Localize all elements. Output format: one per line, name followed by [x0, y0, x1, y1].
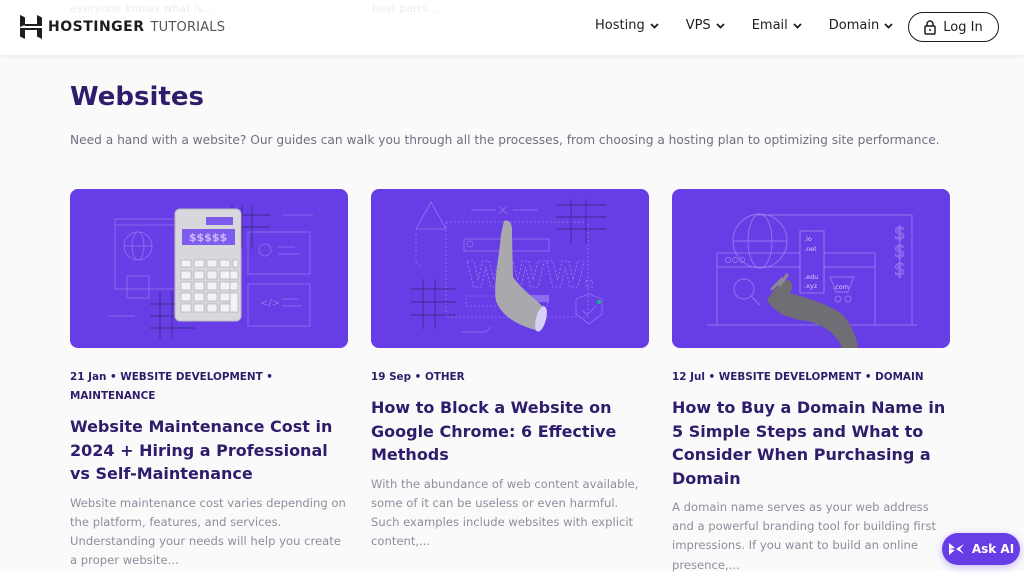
article-meta: 21 Jan • WEBSITE DEVELOPMENT • MAINTENAN…: [70, 368, 348, 406]
page-description: Need a hand with a website? Our guides c…: [70, 133, 940, 147]
article-title[interactable]: Website Maintenance Cost in 2024 + Hirin…: [70, 415, 348, 486]
tld-label: .edu: [804, 273, 818, 281]
calculator-illustration: </> $$$$$: [70, 189, 348, 348]
hostinger-logo-icon: [20, 15, 42, 39]
nav-email[interactable]: Email: [752, 18, 802, 33]
svg-text:$: $: [894, 259, 905, 280]
article-title[interactable]: How to Block a Website on Google Chrome:…: [371, 396, 649, 467]
article-category[interactable]: OTHER: [425, 371, 465, 383]
lock-icon: [924, 20, 936, 35]
nav-label: Hosting: [595, 18, 645, 33]
nav-label: Domain: [829, 18, 879, 33]
chevron-down-icon: [650, 23, 659, 29]
article-card: WWW. 19 Sep • OTHER How to Block a Websi…: [371, 189, 649, 551]
article-excerpt: A domain name serves as your web address…: [672, 498, 950, 575]
article-excerpt: With the abundance of web content availa…: [371, 475, 649, 552]
main-content: Websites Need a hand with a website? Our…: [0, 56, 1024, 571]
nav-label: Email: [752, 18, 788, 33]
logo-sub: TUTORIALS: [151, 20, 226, 35]
main-nav: Hosting VPS Email Domain: [595, 18, 893, 33]
nav-domain[interactable]: Domain: [829, 18, 893, 33]
nav-vps[interactable]: VPS: [686, 18, 725, 33]
article-category[interactable]: WEBSITE DEVELOPMENT: [120, 371, 262, 383]
logo-brand: HOSTINGER: [48, 19, 145, 35]
nav-label: VPS: [686, 18, 711, 33]
ghost-text: everyone knows what is...: [70, 2, 213, 15]
tld-label: .io: [804, 235, 812, 243]
article-category[interactable]: MAINTENANCE: [70, 390, 155, 402]
article-date: 21 Jan: [70, 371, 106, 383]
article-card: $ $ $ .io .net .edu .xyz .com 12 Jul • W…: [672, 189, 950, 575]
article-thumbnail[interactable]: $ $ $ .io .net .edu .xyz .com: [672, 189, 950, 348]
ai-sparkle-icon: [948, 541, 966, 557]
cart-tld-label: .com: [833, 283, 849, 291]
article-category[interactable]: WEBSITE DEVELOPMENT: [719, 371, 861, 383]
site-logo[interactable]: HOSTINGER TUTORIALS: [20, 15, 225, 39]
article-excerpt: Website maintenance cost varies dependin…: [70, 494, 348, 571]
chevron-down-icon: [793, 23, 802, 29]
ghost-text: best parts...: [372, 2, 438, 15]
article-meta: 12 Jul • WEBSITE DEVELOPMENT • DOMAIN: [672, 368, 950, 387]
site-header: everyone knows what is... best parts... …: [0, 0, 1024, 56]
nav-hosting[interactable]: Hosting: [595, 18, 659, 33]
login-label: Log In: [943, 20, 982, 35]
www-text: WWW.: [466, 255, 596, 296]
article-thumbnail[interactable]: WWW.: [371, 189, 649, 348]
domain-hand-illustration: $ $ $ .io .net .edu .xyz .com: [672, 189, 950, 348]
article-title[interactable]: How to Buy a Domain Name in 5 Simple Ste…: [672, 396, 950, 490]
svg-text:</>: </>: [260, 298, 280, 309]
article-thumbnail[interactable]: </> $$$$$: [70, 189, 348, 348]
page-title: Websites: [70, 82, 204, 112]
article-card: </> $$$$$: [70, 189, 348, 570]
article-category[interactable]: DOMAIN: [875, 371, 923, 383]
ask-ai-label: Ask AI: [972, 542, 1014, 556]
tld-label: .xyz: [804, 282, 818, 290]
article-date: 19 Sep: [371, 371, 411, 383]
article-meta: 19 Sep • OTHER: [371, 368, 649, 387]
tld-label: .net: [804, 245, 817, 253]
ask-ai-button[interactable]: Ask AI: [942, 533, 1020, 565]
login-button[interactable]: Log In: [908, 12, 999, 42]
chevron-down-icon: [716, 23, 725, 29]
article-date: 12 Jul: [672, 371, 705, 383]
chevron-down-icon: [884, 23, 893, 29]
calculator-display: $$$$$: [189, 231, 227, 244]
block-hand-www-illustration: WWW.: [371, 189, 649, 348]
